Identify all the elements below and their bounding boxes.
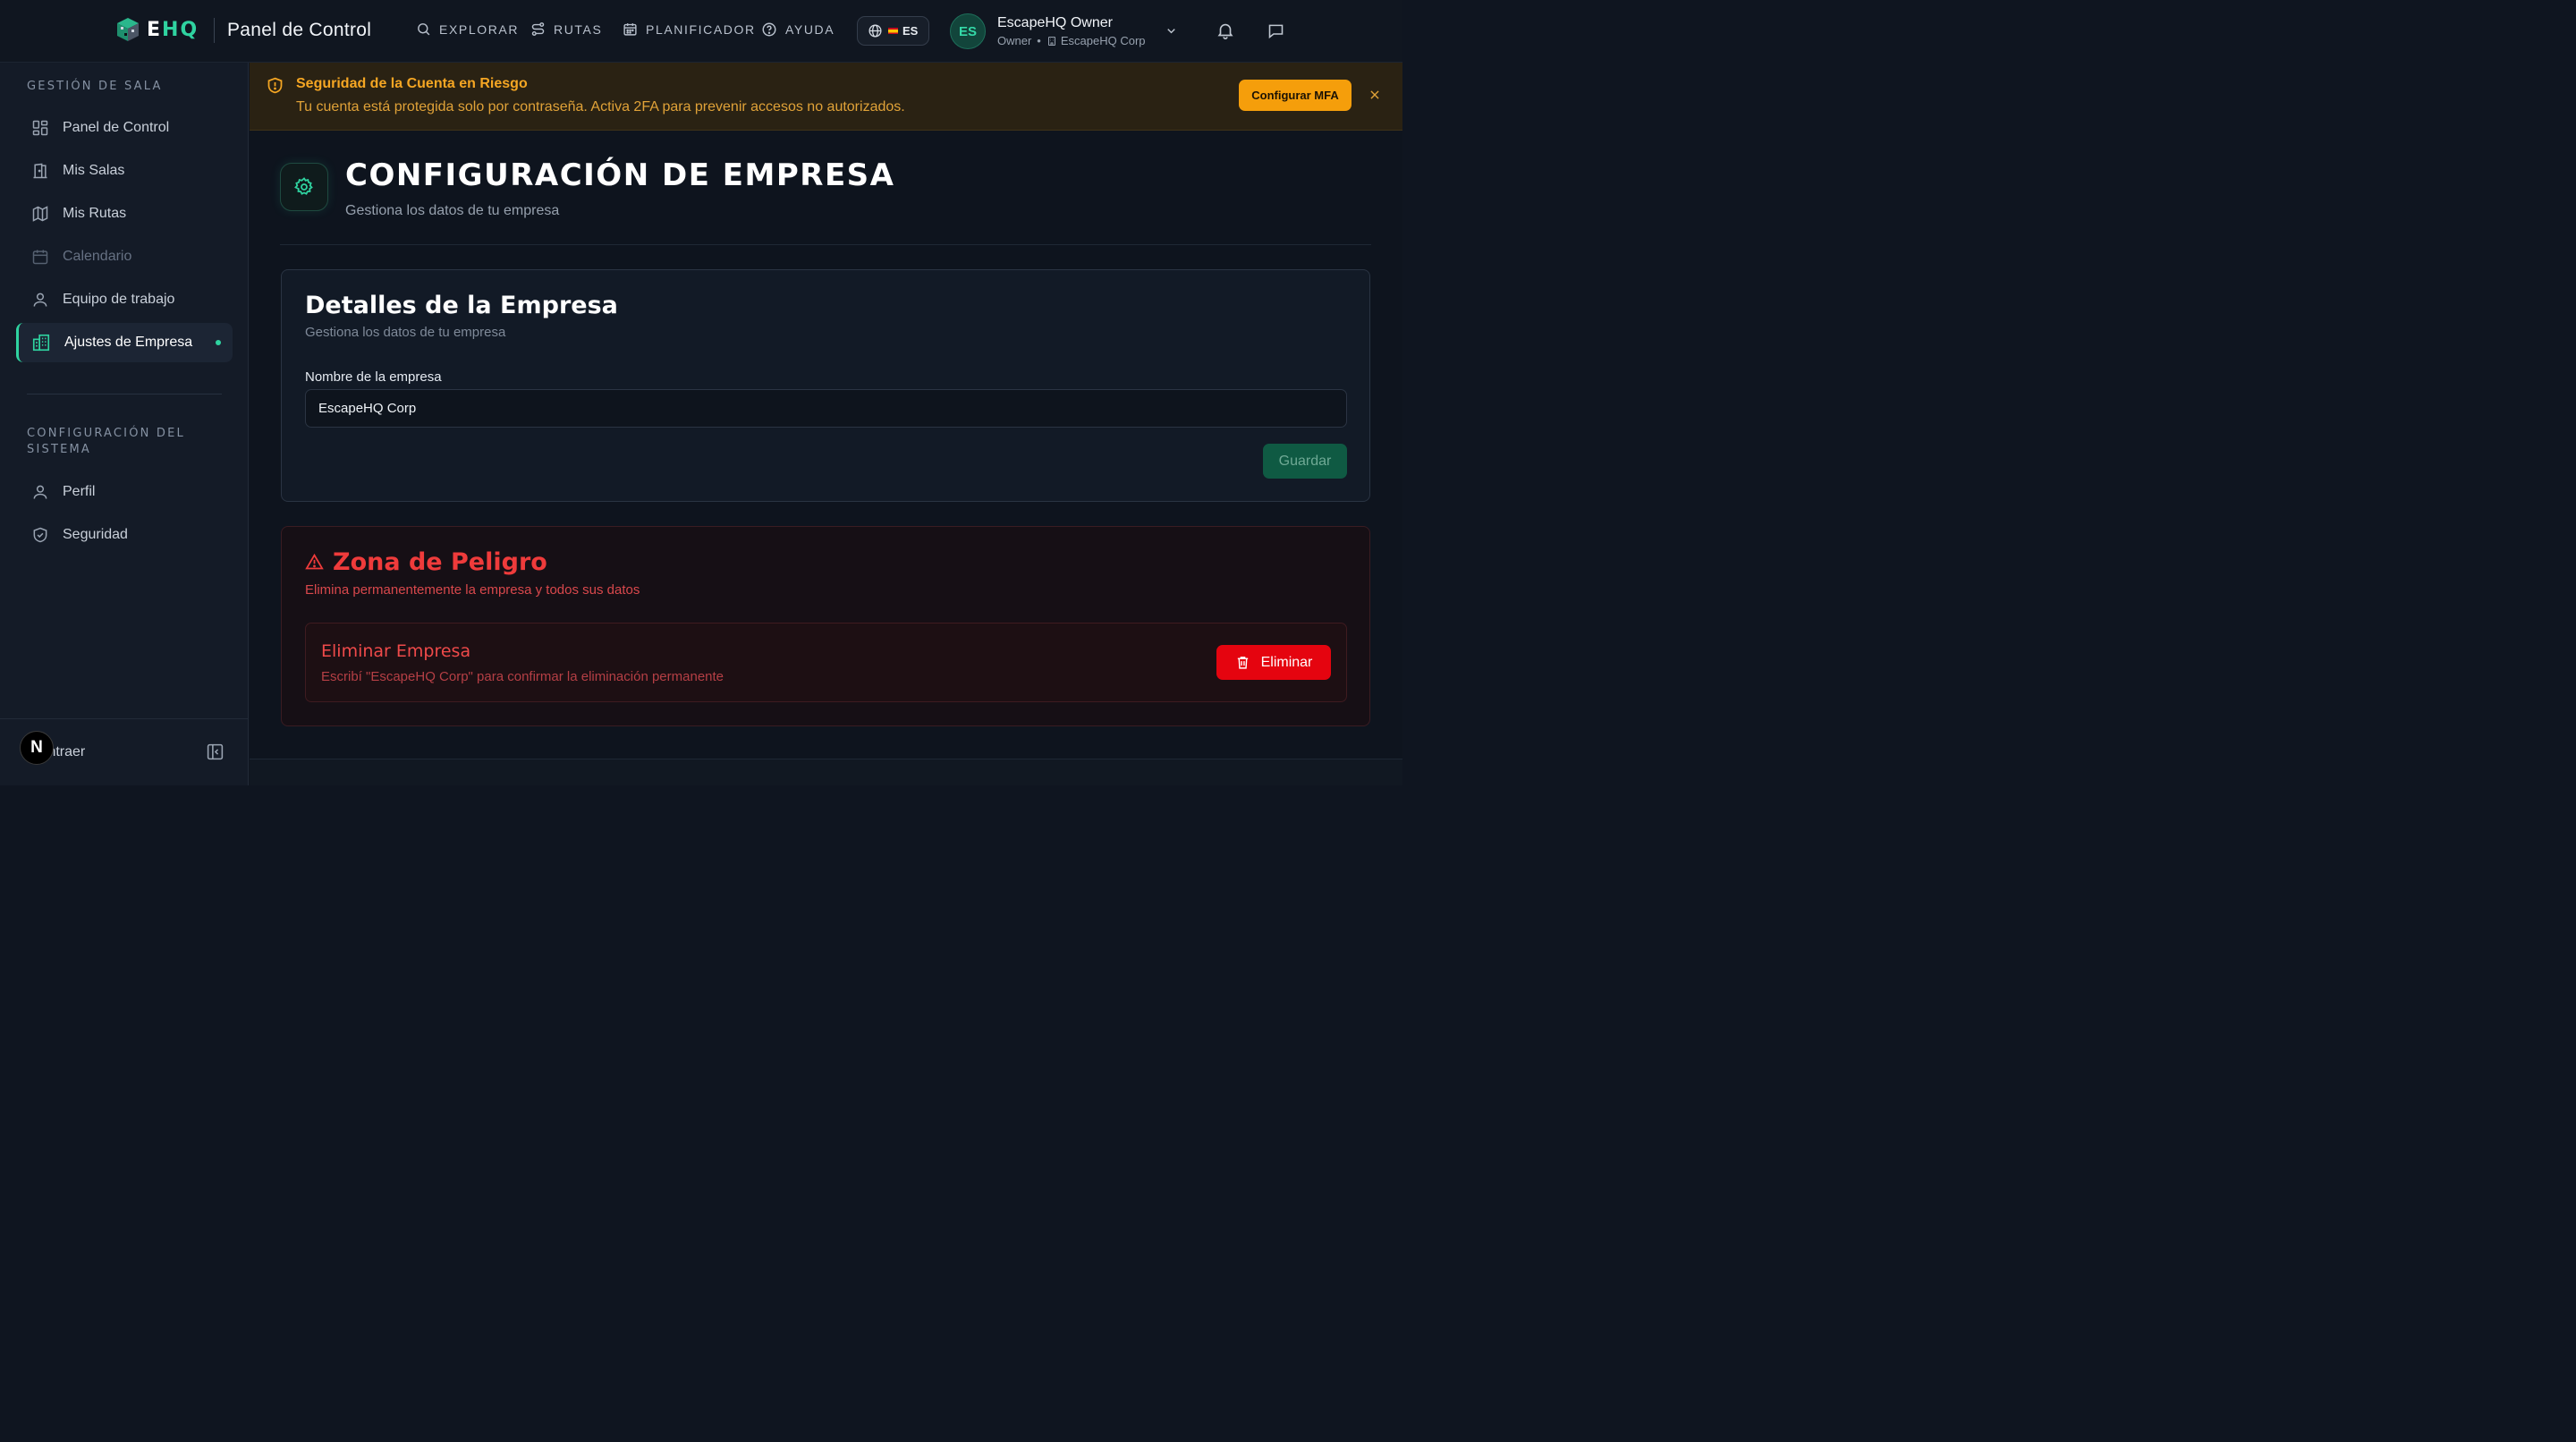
sidebar-item-mis-rutas[interactable]: Mis Rutas xyxy=(16,194,233,233)
sidebar-item-seguridad[interactable]: Seguridad xyxy=(16,515,233,555)
warning-triangle-icon xyxy=(305,553,333,572)
save-button[interactable]: Guardar xyxy=(1263,444,1347,479)
company-name-label: Nombre de la empresa xyxy=(305,369,442,385)
search-icon xyxy=(416,21,439,37)
sidebar-section-title-system: Configuración del sistema xyxy=(27,427,185,456)
banner-title: Seguridad de la Cuenta en Riesgo xyxy=(296,76,528,91)
bell-icon[interactable] xyxy=(1216,21,1235,40)
door-icon xyxy=(31,162,63,180)
danger-zone-card: Zona de Peligro Elimina permanentemente … xyxy=(281,526,1370,726)
logo-separator xyxy=(214,18,215,43)
user-role-company: Owner • EscapeHQ Corp xyxy=(997,34,1146,47)
delete-company-button[interactable]: Eliminar xyxy=(1216,645,1331,680)
nav-explorar[interactable]: EXPLORAR xyxy=(416,21,519,37)
user-icon xyxy=(31,483,63,501)
sidebar-item-ajustes-de-empresa[interactable]: Ajustes de Empresa xyxy=(16,323,233,362)
nav-rutas[interactable]: RUTAS xyxy=(530,21,602,37)
main-content: CONFIGURACIÓN DE EMPRESA Gestiona los da… xyxy=(250,131,1402,759)
page-subtitle: Gestiona los datos de tu empresa xyxy=(345,203,560,218)
shield-alert-icon xyxy=(266,76,284,95)
card-title: Detalles de la Empresa xyxy=(305,292,618,319)
chevron-down-icon[interactable] xyxy=(1165,24,1178,38)
building-icon xyxy=(1046,36,1061,47)
security-warning-banner: Seguridad de la Cuenta en Riesgo Tu cuen… xyxy=(250,63,1402,131)
trash-icon xyxy=(1235,655,1261,670)
dashboard-grid-icon xyxy=(31,119,63,137)
sidebar: Gestión de sala Panel de Control Mis Sal… xyxy=(0,63,249,785)
active-indicator-dot xyxy=(216,340,221,345)
calendar-icon xyxy=(623,21,646,37)
nav-planificador[interactable]: PLANIFICADOR xyxy=(623,21,756,37)
delete-company-title: Eliminar Empresa xyxy=(321,641,471,661)
danger-zone-title: Zona de Peligro xyxy=(305,548,547,576)
logo[interactable]: EHQ xyxy=(114,16,199,43)
user-name[interactable]: EscapeHQ Owner xyxy=(997,15,1113,31)
sidebar-item-calendario[interactable]: Calendario xyxy=(16,237,233,276)
company-details-card: Detalles de la Empresa Gestiona los dato… xyxy=(281,269,1370,502)
page-icon xyxy=(280,163,328,211)
delete-company-panel: Eliminar Empresa Escribí "EscapeHQ Corp"… xyxy=(305,623,1347,702)
top-bar: EHQ Panel de Control EXPLORAR RUTAS PLAN… xyxy=(0,0,1402,63)
calendar-icon xyxy=(31,248,63,266)
user-icon xyxy=(31,291,63,309)
globe-icon xyxy=(868,23,883,38)
sidebar-item-mis-salas[interactable]: Mis Salas xyxy=(16,151,233,191)
gear-icon xyxy=(293,176,315,198)
help-circle-icon xyxy=(761,21,785,38)
configure-mfa-button[interactable]: Configurar MFA xyxy=(1239,80,1352,111)
map-icon xyxy=(31,205,63,223)
language-selector[interactable]: ES xyxy=(857,16,929,46)
banner-message: Tu cuenta está protegida solo por contra… xyxy=(296,99,905,115)
sidebar-item-perfil[interactable]: Perfil xyxy=(16,472,233,512)
building-icon xyxy=(31,333,64,352)
company-name-input[interactable] xyxy=(305,389,1347,428)
nav-ayuda[interactable]: AYUDA xyxy=(761,21,835,38)
sidebar-section-title: Gestión de sala xyxy=(27,80,163,93)
app-title: Panel de Control xyxy=(227,20,372,40)
page-title: CONFIGURACIÓN DE EMPRESA xyxy=(345,157,895,193)
shield-check-icon xyxy=(31,526,63,544)
danger-zone-subtitle: Elimina permanentemente la empresa y tod… xyxy=(305,582,640,598)
sidebar-item-panel-de-control[interactable]: Panel de Control xyxy=(16,108,233,148)
route-icon xyxy=(530,21,554,37)
sidebar-collapse-icon[interactable] xyxy=(206,742,225,761)
message-icon[interactable] xyxy=(1267,21,1285,40)
language-code: ES xyxy=(902,24,919,38)
page-divider xyxy=(280,244,1371,245)
dev-badge[interactable]: N xyxy=(20,731,54,765)
card-subtitle: Gestiona los datos de tu empresa xyxy=(305,325,506,340)
bottom-strip xyxy=(250,759,1402,785)
user-avatar[interactable]: ES xyxy=(950,13,986,49)
delete-company-hint: Escribí "EscapeHQ Corp" para confirmar l… xyxy=(321,669,724,684)
spain-flag-icon xyxy=(888,28,898,34)
sidebar-item-equipo-de-trabajo[interactable]: Equipo de trabajo xyxy=(16,280,233,319)
close-icon[interactable] xyxy=(1368,89,1381,101)
logo-text: EHQ xyxy=(147,18,199,41)
cube-logo-icon xyxy=(114,16,141,43)
